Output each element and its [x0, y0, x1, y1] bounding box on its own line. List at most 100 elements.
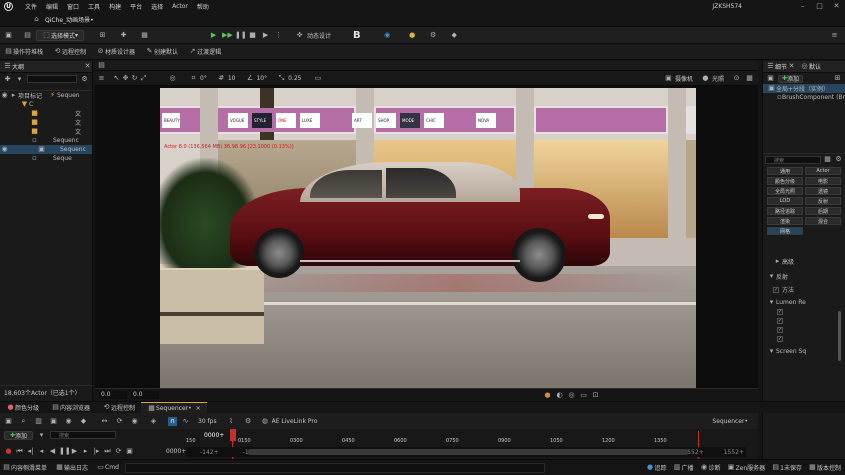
- section-reflection[interactable]: ▾ 反射: [763, 272, 845, 281]
- grid-snap-value[interactable]: 10: [228, 75, 236, 82]
- details-scrollbar[interactable]: [838, 311, 841, 361]
- camera-icon[interactable]: ▣: [664, 74, 673, 83]
- save-icon[interactable]: ▣: [4, 417, 13, 426]
- category-button[interactable]: 混合: [805, 217, 841, 225]
- checkbox-icon[interactable]: ✓: [777, 317, 783, 324]
- pause-icon[interactable]: ❚❚: [235, 31, 247, 40]
- viewport-scene[interactable]: BEAUTY VOGUE STYLE ONE LUXE ART SHOP MOD…: [160, 88, 696, 388]
- content-icon[interactable]: ▤: [23, 31, 32, 40]
- scale-snap-value[interactable]: 0.25: [288, 75, 301, 82]
- category-button[interactable]: 路径追踪: [767, 207, 803, 215]
- toolbar2-item-transition[interactable]: 过渡逻辑: [197, 47, 221, 56]
- toolbar2-item-default[interactable]: 创建默认: [154, 47, 178, 56]
- category-button[interactable]: 后期: [805, 207, 841, 215]
- outliner-search[interactable]: [27, 75, 77, 83]
- launch-icon[interactable]: ▶: [261, 31, 270, 40]
- category-button[interactable]: 全局光照: [767, 187, 803, 195]
- range-in[interactable]: -142+: [200, 449, 219, 456]
- menu-help[interactable]: 帮助: [197, 2, 209, 11]
- auto-key-icon[interactable]: ◆: [79, 417, 88, 426]
- add-actor-icon[interactable]: ✚: [119, 31, 128, 40]
- toolbar2-item-material[interactable]: 材质设计器: [105, 47, 135, 56]
- globe-icon[interactable]: ◉: [383, 31, 392, 40]
- status-unsaved[interactable]: 1未保存: [780, 463, 802, 472]
- step-forward-icon[interactable]: ▸: [81, 447, 90, 456]
- camera-icon[interactable]: ▣: [49, 417, 58, 426]
- menu-icon[interactable]: ≡: [97, 74, 106, 83]
- outliner-row[interactable]: ■ 文: [0, 127, 92, 136]
- details-search[interactable]: 搜索: [765, 155, 821, 164]
- color-wheel-icon[interactable]: ●: [543, 391, 552, 400]
- category-button[interactable]: 透镜: [805, 187, 841, 195]
- move-icon[interactable]: ✥: [121, 74, 130, 83]
- surface-snap-icon[interactable]: ⌗: [189, 74, 198, 83]
- world-icon[interactable]: ◎: [168, 74, 177, 83]
- eye-icon[interactable]: ◉: [130, 417, 139, 426]
- add-track-button[interactable]: ✚ 添加: [4, 430, 34, 440]
- settings-icon[interactable]: ⚙: [834, 155, 843, 164]
- play-icon[interactable]: ▶: [70, 447, 79, 456]
- view-icon[interactable]: ▭: [579, 391, 588, 400]
- blueprint-icon[interactable]: ⊞: [833, 74, 842, 83]
- menu-tools[interactable]: 工具: [88, 2, 100, 11]
- minimize-icon[interactable]: –: [798, 2, 807, 11]
- layers-icon[interactable]: ≡: [830, 31, 839, 40]
- coord-field-a[interactable]: 0.0: [99, 391, 127, 399]
- angle-value-a[interactable]: 0°: [200, 75, 207, 82]
- filter-icon[interactable]: ▾: [37, 431, 46, 440]
- settings-icon[interactable]: ⚙: [244, 417, 253, 426]
- checkbox-icon[interactable]: ✓: [773, 286, 779, 293]
- coord-field-b[interactable]: 0.0: [131, 391, 159, 399]
- camera-dropdown[interactable]: 摄像机: [675, 74, 693, 83]
- sphere-icon[interactable]: ◐: [555, 391, 564, 400]
- outliner-row[interactable]: ▼ C: [0, 100, 92, 109]
- toolbar2-item-remote[interactable]: 远程控制: [62, 47, 86, 56]
- close-tab-icon[interactable]: ×: [196, 405, 201, 412]
- tab-sequencer[interactable]: ▦ Sequencer• ×: [141, 401, 207, 414]
- timeline-ruler[interactable]: 150 0150 0300 0450 0600 0750 0900 1050 1…: [186, 437, 706, 445]
- menu-select[interactable]: 选择: [151, 2, 163, 11]
- select-arrow-icon[interactable]: ↖: [112, 74, 121, 83]
- status-diagnostics[interactable]: 诊断: [709, 463, 721, 472]
- category-button[interactable]: 反射: [805, 197, 841, 205]
- menu-build[interactable]: 构建: [109, 2, 121, 11]
- outliner-row[interactable]: ■ 文: [0, 118, 92, 127]
- category-button[interactable]: Actor: [805, 167, 841, 175]
- save-icon[interactable]: ▣: [4, 31, 13, 40]
- menu-platform[interactable]: 平台: [130, 2, 142, 11]
- component-root[interactable]: ▣ 全局+分段（实例）: [763, 84, 845, 93]
- loop-icon[interactable]: ⟳: [115, 417, 124, 426]
- settings-icon[interactable]: ⚙: [80, 75, 89, 84]
- content-drawer-button[interactable]: 内容侧滑菜单: [11, 463, 47, 472]
- checkbox-icon[interactable]: ✓: [777, 335, 783, 342]
- skip-start-icon[interactable]: ⏮: [15, 447, 24, 456]
- rotation-snap-icon[interactable]: ∠: [245, 74, 254, 83]
- tab-remote-control[interactable]: ⟲ 远程控制: [96, 402, 141, 414]
- details-tab2[interactable]: 默认: [809, 62, 821, 71]
- add-icon[interactable]: ✚: [3, 75, 12, 84]
- category-button[interactable]: LOD: [767, 197, 803, 205]
- curve-icon[interactable]: ⌇: [227, 417, 236, 426]
- output-log-button[interactable]: 输出日志: [64, 463, 88, 472]
- grid-snap-icon[interactable]: #: [217, 74, 226, 83]
- search-icon[interactable]: ⌕: [19, 417, 28, 426]
- status-broadcast[interactable]: 广播: [682, 463, 694, 472]
- category-button[interactable]: 通用: [767, 167, 803, 175]
- fps-dropdown[interactable]: 30 fps: [198, 418, 217, 425]
- checkbox-icon[interactable]: ✓: [777, 326, 783, 333]
- play-reverse-icon[interactable]: ◀: [48, 447, 57, 456]
- menu-window[interactable]: 窗口: [67, 2, 79, 11]
- cube-icon[interactable]: ◆: [450, 31, 459, 40]
- property-method[interactable]: ✓ 方法: [763, 285, 845, 294]
- select-mode-dropdown[interactable]: ⬚ 选择模式 ▾: [36, 29, 85, 41]
- component-child[interactable]: ▫ BrushComponent (Br: [763, 93, 845, 102]
- toolbar2-item-operator[interactable]: 操作符堆栈: [13, 47, 43, 56]
- more-icon[interactable]: ⋮: [274, 31, 283, 40]
- eye-icon[interactable]: ◉: [0, 91, 9, 100]
- track-search[interactable]: 搜索: [50, 431, 117, 439]
- next-key-icon[interactable]: |▸: [92, 447, 101, 456]
- grid-view-icon[interactable]: ▦: [823, 155, 832, 164]
- camera-lens-icon[interactable]: ◎: [567, 391, 576, 400]
- checkbox-icon[interactable]: ✓: [777, 308, 783, 315]
- outliner-row[interactable]: ▫ Sequenc: [0, 136, 92, 145]
